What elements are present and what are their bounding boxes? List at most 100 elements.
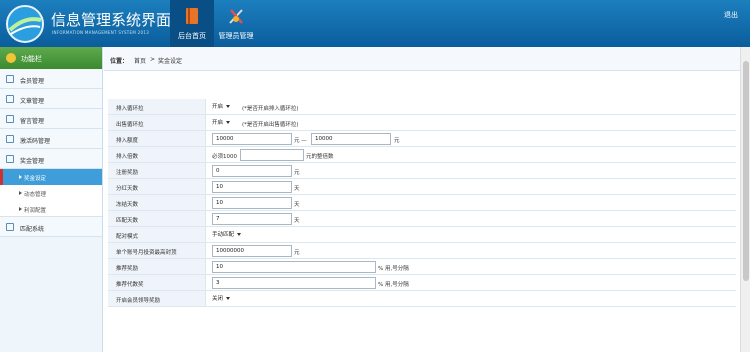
message-icon	[6, 115, 14, 123]
chevron-down-icon	[237, 233, 242, 236]
chevron-down-icon	[226, 297, 231, 300]
sidebar-item-messages[interactable]: 留言管理	[0, 109, 102, 129]
leader-bonus-select[interactable]: 关闭	[212, 294, 231, 304]
row-label: 排入额度	[116, 138, 139, 144]
sidebar-subitem-bonus-settings[interactable]: 奖金设定	[0, 169, 102, 185]
sidebar-header: 功能栏	[0, 47, 102, 69]
form-row: 注册奖励 0 元	[108, 163, 736, 179]
row-note: (*是否开启出售循环拉)	[242, 122, 299, 128]
arrow-right-icon	[19, 191, 22, 195]
book-icon	[186, 8, 198, 24]
active-marker	[0, 169, 3, 185]
form-row: 排入额度 10000 元 — 10000 元	[108, 131, 736, 147]
amount-max-input[interactable]: 10000	[311, 133, 391, 145]
sidebar-item-matching[interactable]: 匹配系统	[0, 217, 102, 237]
sidebar-subitem-label: 动态管理	[24, 192, 47, 198]
sidebar-item-label: 激活码管理	[20, 138, 51, 145]
row-label: 排入倍数	[116, 154, 139, 160]
row-label: 推荐奖励	[116, 266, 139, 272]
tools-icon	[229, 9, 243, 24]
sidebar-item-members[interactable]: 会员管理	[0, 69, 102, 89]
row-label: 开启会员领导奖励	[116, 298, 161, 304]
row-label: 匹配天数	[116, 218, 139, 224]
referral-bonus-input[interactable]: 10	[212, 261, 376, 273]
row-label: 分红天数	[116, 186, 139, 192]
buy-cycle-select[interactable]: 开启	[212, 102, 231, 112]
sell-cycle-select[interactable]: 开启	[212, 118, 231, 128]
row-unit: % 用,号分隔	[378, 266, 409, 272]
sidebar-subitem-dynamic[interactable]: 动态管理	[0, 185, 102, 201]
tab-home[interactable]: 后台首页	[170, 0, 214, 47]
match-mode-select[interactable]: 手动匹配	[212, 230, 242, 240]
row-unit: 元	[294, 170, 300, 176]
globe-logo-icon	[6, 5, 44, 43]
arrow-right-icon	[19, 207, 22, 211]
dividend-days-input[interactable]: 10	[212, 181, 292, 193]
form-row: 排入循环拉 开启 (*是否开启排入循环拉)	[108, 99, 736, 115]
form-row: 冻结天数 10 天	[108, 195, 736, 211]
tab-home-label: 后台首页	[178, 32, 206, 40]
top-header: 信息管理系统界面 INFORMATION MANAGEMENT SYSTEM 2…	[0, 0, 750, 47]
sidebar-subitem-label: 奖金设定	[24, 176, 47, 182]
form-row: 分红天数 10 天	[108, 179, 736, 195]
row-label: 注册奖励	[116, 170, 139, 176]
chevron-down-icon	[226, 105, 231, 108]
row-unit: 元	[294, 250, 300, 256]
settings-form: 排入循环拉 开启 (*是否开启排入循环拉) 出售循环拉 开启 (*是否开启出售循…	[108, 99, 736, 307]
sidebar-subitem-profit[interactable]: 利润配置	[0, 201, 102, 217]
tab-admin-label: 管理员管理	[218, 32, 254, 40]
sidebar-item-activation[interactable]: 激活码管理	[0, 129, 102, 149]
breadcrumb-separator: >	[150, 56, 156, 63]
multiple-input[interactable]	[240, 149, 304, 161]
amount-min-input[interactable]: 10000	[212, 133, 292, 145]
scrollbar-thumb[interactable]	[743, 61, 749, 281]
match-days-input[interactable]: 7	[212, 213, 292, 225]
folder-icon	[6, 155, 14, 163]
row-label: 推荐代数奖	[116, 282, 144, 288]
row-unit: 元	[394, 138, 400, 144]
breadcrumb-prefix: 位置：	[110, 58, 129, 65]
form-row: 配对模式 手动匹配	[108, 227, 736, 243]
row-separator: 元 —	[294, 138, 307, 144]
sidebar-item-articles[interactable]: 文章管理	[0, 89, 102, 109]
sidebar-item-bonus[interactable]: 奖金管理	[0, 149, 102, 169]
monthly-cap-input[interactable]: 10000000	[212, 245, 292, 257]
main-content: 位置： 首页 > 奖金设定 排入循环拉 开启 (*是否开启排入循环拉) 出售循环…	[104, 47, 740, 352]
form-row: 出售循环拉 开启 (*是否开启出售循环拉)	[108, 115, 736, 131]
arrow-right-icon	[19, 175, 22, 179]
form-row: 推荐奖励 10 % 用,号分隔	[108, 259, 736, 275]
sidebar-item-label: 留言管理	[20, 118, 45, 125]
row-unit: % 用,号分隔	[378, 282, 409, 288]
chevron-down-icon	[226, 121, 231, 124]
vertical-scrollbar[interactable]	[740, 47, 750, 352]
list-icon	[6, 75, 14, 83]
form-row: 排入倍数 必须1000 元的整倍数	[108, 147, 736, 163]
row-label: 配对模式	[116, 234, 139, 240]
row-unit: 天	[294, 202, 300, 208]
row-label: 排入循环拉	[116, 106, 144, 112]
document-icon	[6, 95, 14, 103]
tab-admin[interactable]: 管理员管理	[214, 0, 258, 47]
form-row: 开启会员领导奖励 关闭	[108, 291, 736, 307]
breadcrumb-current: 奖金设定	[158, 58, 183, 65]
row-unit: 元的整倍数	[306, 154, 334, 160]
row-label: 冻结天数	[116, 202, 139, 208]
sidebar-item-label: 匹配系统	[20, 226, 45, 233]
app-title: 信息管理系统界面	[51, 11, 172, 29]
form-row: 推荐代数奖 3 % 用,号分隔	[108, 275, 736, 291]
app-subtitle: INFORMATION MANAGEMENT SYSTEM 2013	[52, 30, 150, 35]
freeze-days-input[interactable]: 10	[212, 197, 292, 209]
form-row: 单个账号月投资最高封顶 10000000 元	[108, 243, 736, 259]
chevron-down-icon	[6, 53, 16, 63]
form-row: 匹配天数 7 天	[108, 211, 736, 227]
logout-link[interactable]: 退出	[724, 10, 738, 20]
register-bonus-input[interactable]: 0	[212, 165, 292, 177]
breadcrumb: 位置： 首页 > 奖金设定	[104, 47, 740, 71]
referral-generation-input[interactable]: 3	[212, 277, 376, 289]
row-note: (*是否开启排入循环拉)	[242, 106, 299, 112]
row-label: 单个账号月投资最高封顶	[116, 250, 177, 256]
sidebar-subitem-label: 利润配置	[24, 208, 47, 214]
row-unit: 天	[294, 186, 300, 192]
breadcrumb-home[interactable]: 首页	[134, 56, 146, 65]
grid-icon	[6, 223, 14, 231]
